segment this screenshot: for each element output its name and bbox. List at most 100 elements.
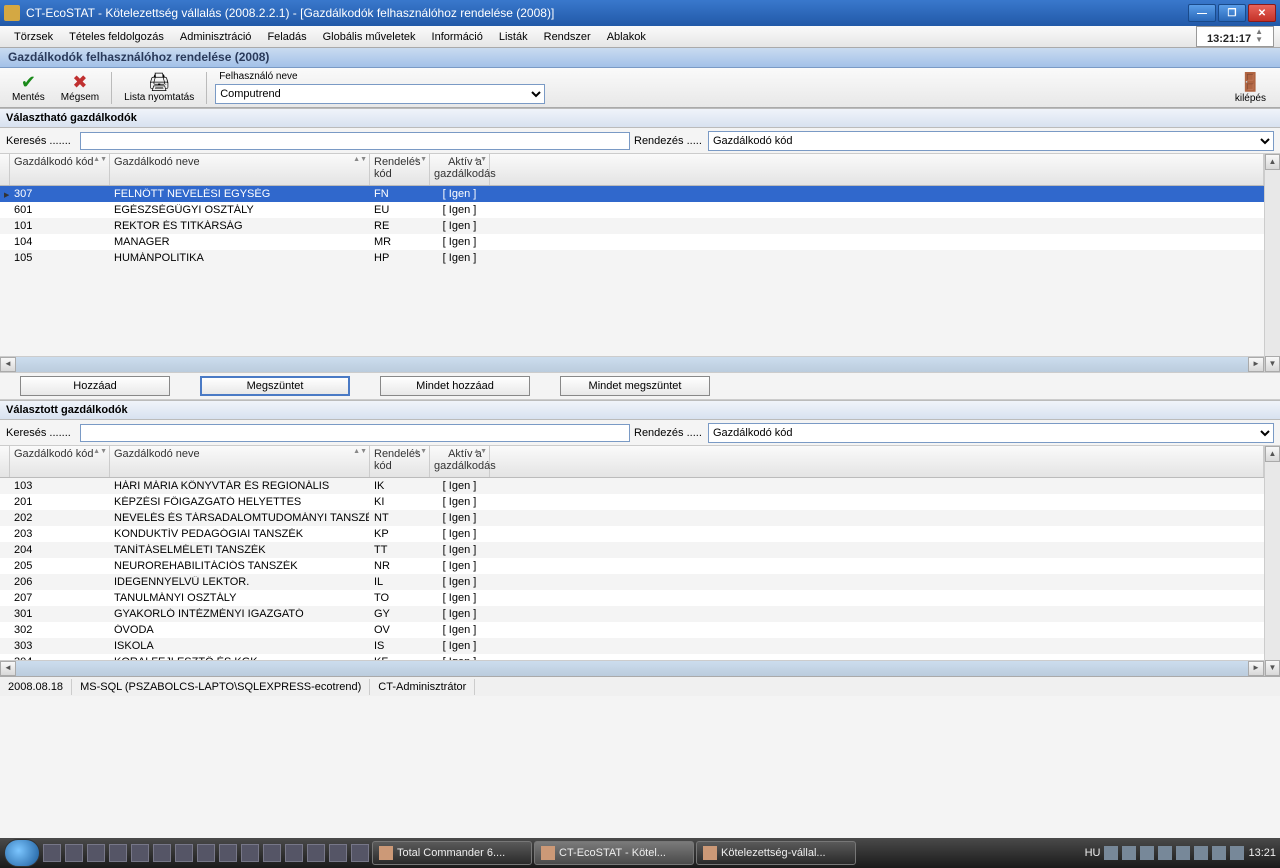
grid2-hscroll[interactable]: ◄► — [0, 660, 1264, 676]
tray-icon[interactable] — [1122, 846, 1136, 860]
grid1-hscroll[interactable]: ◄► — [0, 356, 1264, 372]
ql-icon[interactable] — [197, 844, 215, 862]
table-row[interactable]: 105HUMÁNPOLITIKAHP[ Igen ] — [0, 250, 1264, 266]
table-row[interactable]: 103HÁRI MÁRIA KÖNYVTÁR ÉS REGIONÁLISIK[ … — [0, 478, 1264, 494]
table-row[interactable]: 301GYAKORLÓ INTÉZMÉNYI IGAZGATÓGY[ Igen … — [0, 606, 1264, 622]
ql-icon[interactable] — [65, 844, 83, 862]
remove-all-button[interactable]: Mindet megszüntet — [560, 376, 710, 396]
ql-icon[interactable] — [153, 844, 171, 862]
ql-icon[interactable] — [307, 844, 325, 862]
tray-icon[interactable] — [1158, 846, 1172, 860]
table-row[interactable]: 206IDEGENNYELVŰ LEKTOR.IL[ Igen ] — [0, 574, 1264, 590]
ql-icon[interactable] — [43, 844, 61, 862]
grid2-vscroll[interactable]: ▲▼ — [1264, 446, 1280, 676]
statusbar: 2008.08.18 MS-SQL (PSZABOLCS-LAPTO\SQLEX… — [0, 676, 1280, 696]
table-row[interactable]: 205NEUROREHABILITÁCIÓS TANSZÉKNR[ Igen ] — [0, 558, 1264, 574]
table-row[interactable]: 202NEVELÉS ÉS TÁRSADALOMTUDOMÁNYI TANSZÉ… — [0, 510, 1264, 526]
table-row[interactable]: 204TANÍTÁSELMÉLETI TANSZÉKTT[ Igen ] — [0, 542, 1264, 558]
tray-icon[interactable] — [1104, 846, 1118, 860]
table-row[interactable]: 207TANULMÁNYI OSZTÁLYTO[ Igen ] — [0, 590, 1264, 606]
exit-button[interactable]: 🚪 kilépés — [1225, 72, 1276, 104]
ql-icon[interactable] — [241, 844, 259, 862]
section1-filter: Keresés ....... Rendezés ..... Gazdálkod… — [0, 128, 1280, 154]
tray-icon[interactable] — [1212, 846, 1226, 860]
check-icon: ✔ — [21, 73, 36, 91]
ql-icon[interactable] — [175, 844, 193, 862]
taskbar: Total Commander 6....CT-EcoSTAT - Kötel.… — [0, 838, 1280, 868]
taskbar-item[interactable]: Kötelezettség-vállal... — [696, 841, 856, 865]
ql-icon[interactable] — [263, 844, 281, 862]
table-row[interactable]: 307FELNŐTT NEVELÉSI EGYSÉGFN[ Igen ] — [0, 186, 1264, 202]
sort-label-2: Rendezés ..... — [634, 427, 704, 439]
user-select[interactable]: Computrend — [215, 84, 545, 104]
menu-item[interactable]: Tételes feldolgozás — [61, 29, 172, 45]
taskbar-item[interactable]: CT-EcoSTAT - Kötel... — [534, 841, 694, 865]
table-row[interactable]: 201KÉPZÉSI FŐIGAZGATÓ HELYETTESKI[ Igen … — [0, 494, 1264, 510]
add-all-button[interactable]: Mindet hozzáad — [380, 376, 530, 396]
taskbar-item[interactable]: Total Commander 6.... — [372, 841, 532, 865]
col-active[interactable]: Aktív a gazdálkodás▲▼ — [430, 154, 490, 185]
table-row[interactable]: 601EGÉSZSÉGÜGYI OSZTÁLYEU[ Igen ] — [0, 202, 1264, 218]
button-row: Hozzáad Megszüntet Mindet hozzáad Mindet… — [0, 372, 1280, 400]
section2-filter: Keresés ....... Rendezés ..... Gazdálkod… — [0, 420, 1280, 446]
minimize-button[interactable]: — — [1188, 4, 1216, 22]
grid2-body[interactable]: 103HÁRI MÁRIA KÖNYVTÁR ÉS REGIONÁLISIK[ … — [0, 478, 1264, 660]
menu-item[interactable]: Rendszer — [536, 29, 599, 45]
print-button[interactable]: 🖨 Lista nyomtatás — [116, 69, 202, 107]
close-button[interactable]: ✕ — [1248, 4, 1276, 22]
table-row[interactable]: 203KONDUKTÍV PEDAGÓGIAI TANSZÉKKP[ Igen … — [0, 526, 1264, 542]
tray-icon[interactable] — [1194, 846, 1208, 860]
maximize-button[interactable]: ❐ — [1218, 4, 1246, 22]
status-date: 2008.08.18 — [0, 679, 72, 695]
ql-icon[interactable] — [285, 844, 303, 862]
ql-icon[interactable] — [109, 844, 127, 862]
table-row[interactable]: 303ISKOLAIS[ Igen ] — [0, 638, 1264, 654]
ql-icon[interactable] — [219, 844, 237, 862]
ql-icon[interactable] — [131, 844, 149, 862]
menu-item[interactable]: Globális műveletek — [315, 29, 424, 45]
sort-select-2[interactable]: Gazdálkodó kód — [708, 423, 1274, 443]
cancel-button[interactable]: ✖ Mégsem — [53, 69, 107, 107]
lang-indicator[interactable]: HU — [1085, 847, 1101, 859]
menu-item[interactable]: Információ — [424, 29, 491, 45]
col-code[interactable]: Gazdálkodó kód▲▼ — [10, 446, 110, 477]
mdi-titlebar: Gazdálkodók felhasználóhoz rendelése (20… — [0, 48, 1280, 68]
grid1-vscroll[interactable]: ▲▼ — [1264, 154, 1280, 372]
col-code[interactable]: Gazdálkodó kód▲▼ — [10, 154, 110, 185]
search-input-2[interactable] — [80, 424, 630, 442]
menu-item[interactable]: Feladás — [259, 29, 314, 45]
ql-icon[interactable] — [329, 844, 347, 862]
menu-item[interactable]: Adminisztráció — [172, 29, 260, 45]
table-row[interactable]: 101REKTOR ÉS TITKÁRSÁGRE[ Igen ] — [0, 218, 1264, 234]
col-name[interactable]: Gazdálkodó neve▲▼ — [110, 154, 370, 185]
cross-icon: ✖ — [72, 73, 87, 91]
col-rend[interactable]: Rendelés kód▲▼ — [370, 446, 430, 477]
table-row[interactable]: 104MANAGERMR[ Igen ] — [0, 234, 1264, 250]
menu-item[interactable]: Listák — [491, 29, 536, 45]
search-input-1[interactable] — [80, 132, 630, 150]
save-button[interactable]: ✔ Mentés — [4, 69, 53, 107]
door-icon: 🚪 — [1235, 72, 1266, 93]
ql-icon[interactable] — [87, 844, 105, 862]
window-title: CT-EcoSTAT - Kötelezettség vállalás (200… — [26, 6, 1188, 20]
ql-icon[interactable] — [351, 844, 369, 862]
menu-item[interactable]: Ablakok — [599, 29, 654, 45]
col-rend[interactable]: Rendelés kód▲▼ — [370, 154, 430, 185]
grid1-body[interactable]: 307FELNŐTT NEVELÉSI EGYSÉGFN[ Igen ]601E… — [0, 186, 1264, 356]
menu-item[interactable]: Törzsek — [6, 29, 61, 45]
table-row[interactable]: 302ÓVODAOV[ Igen ] — [0, 622, 1264, 638]
section2-title: Választott gazdálkodók — [0, 400, 1280, 420]
status-user: CT-Adminisztrátor — [370, 679, 475, 695]
col-name[interactable]: Gazdálkodó neve▲▼ — [110, 446, 370, 477]
sort-select-1[interactable]: Gazdálkodó kód — [708, 131, 1274, 151]
tray-icon[interactable] — [1230, 846, 1244, 860]
remove-button[interactable]: Megszüntet — [200, 376, 350, 396]
tray-clock[interactable]: 13:21 — [1248, 847, 1276, 859]
tray-icon[interactable] — [1176, 846, 1190, 860]
col-active[interactable]: Aktív a gazdálkodás▲▼ — [430, 446, 490, 477]
start-button[interactable] — [4, 839, 40, 867]
search-label-2: Keresés ....... — [6, 427, 76, 439]
tray-icon[interactable] — [1140, 846, 1154, 860]
add-button[interactable]: Hozzáad — [20, 376, 170, 396]
grid1-header: Gazdálkodó kód▲▼ Gazdálkodó neve▲▼ Rende… — [0, 154, 1264, 186]
